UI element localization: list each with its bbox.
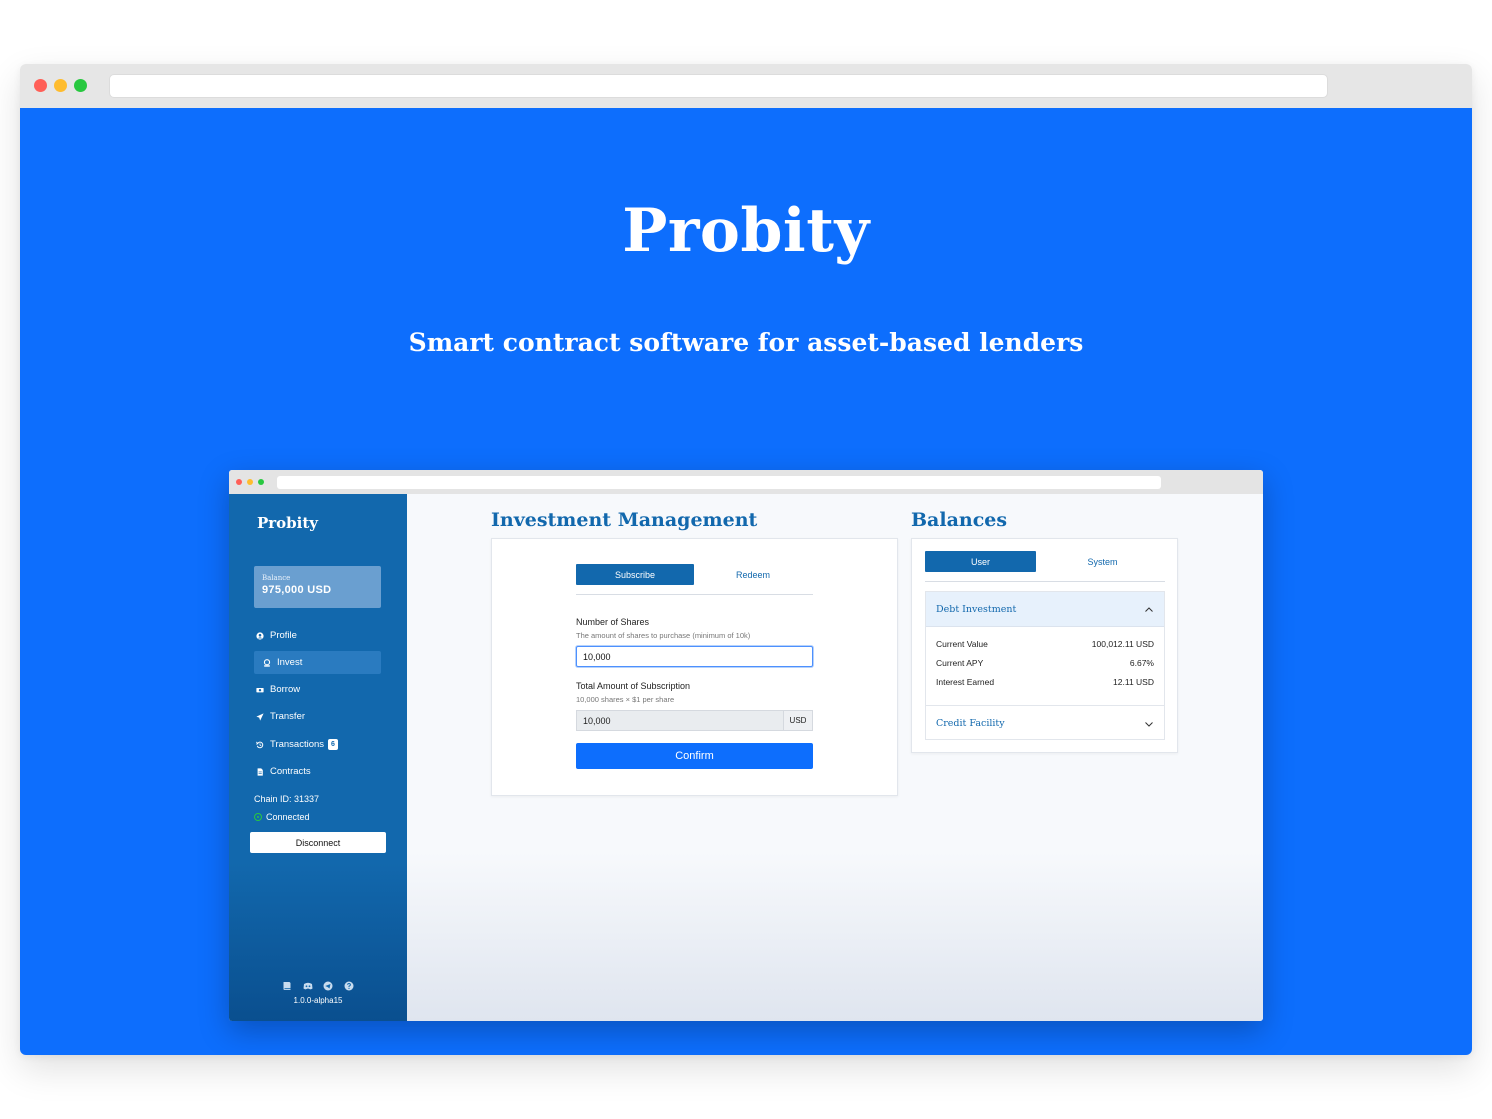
connection-status-label: Connected: [266, 812, 310, 822]
sidebar: Probity Balance 975,000 USD Profile Inve…: [229, 494, 407, 1021]
chevron-up-icon: [1145, 607, 1153, 612]
chevron-down-icon: [1145, 722, 1153, 727]
sidebar-item-contracts[interactable]: Contracts: [254, 760, 381, 783]
close-window-dot[interactable]: [34, 79, 47, 92]
tab-user[interactable]: User: [925, 551, 1036, 572]
invest-icon: [262, 658, 272, 668]
accordion-title: Debt Investment: [936, 603, 1017, 615]
confirm-button[interactable]: Confirm: [576, 743, 813, 769]
accordion-title: Credit Facility: [936, 717, 1005, 729]
accordion-credit-facility[interactable]: Credit Facility: [926, 705, 1164, 740]
balance-row-value: 6.67%: [1129, 658, 1154, 668]
sidebar-item-label: Profile: [270, 630, 297, 641]
app-minimize-dot: [247, 479, 253, 485]
shares-hint: The amount of shares to purchase (minimu…: [576, 631, 751, 640]
balance-row: Interest Earned 12.11 USD: [936, 677, 1154, 689]
app-maximize-dot: [258, 479, 264, 485]
total-amount-field: [576, 710, 783, 731]
balance-value: 975,000 USD: [262, 584, 332, 596]
borrow-icon: [255, 685, 265, 695]
hero-subtitle: Smart contract software for asset-based …: [408, 328, 1084, 357]
maximize-window-dot[interactable]: [74, 79, 87, 92]
sidebar-item-profile[interactable]: Profile: [254, 624, 381, 647]
discord-icon[interactable]: [303, 981, 313, 991]
hero-title: Probity: [622, 196, 870, 266]
app-screenshot-window: Probity Balance 975,000 USD Profile Inve…: [229, 470, 1263, 1021]
balance-row: Current Value 100,012.11 USD: [936, 639, 1154, 651]
balance-row: Current APY 6.67%: [936, 658, 1154, 670]
contracts-icon: [255, 767, 265, 777]
browser-chrome: [20, 64, 1472, 108]
profile-icon: [255, 631, 265, 641]
tab-divider: [576, 594, 813, 595]
balance-row-label: Interest Earned: [936, 677, 995, 687]
disconnect-button[interactable]: Disconnect: [250, 832, 386, 853]
tab-system[interactable]: System: [1047, 551, 1158, 572]
main-content: Investment Management Balances Subscribe…: [407, 494, 1263, 1021]
accordion-debt-investment[interactable]: Debt Investment: [926, 592, 1164, 627]
app-address-bar: [277, 476, 1161, 489]
total-hint: 10,000 shares × $1 per share: [576, 695, 675, 704]
connected-status-icon: [254, 813, 262, 821]
total-amount-group: USD: [576, 710, 813, 731]
app-close-dot: [236, 479, 242, 485]
balance-card: Balance 975,000 USD: [254, 566, 381, 608]
shares-label: Number of Shares: [576, 617, 650, 627]
sidebar-item-invest[interactable]: Invest: [254, 651, 381, 674]
tab-subscribe[interactable]: Subscribe: [576, 564, 694, 585]
investment-panel: Subscribe Redeem Number of Shares The am…: [491, 538, 898, 796]
balances-title: Balances: [911, 509, 1008, 531]
investment-title: Investment Management: [491, 509, 758, 531]
sidebar-footer-icons: [282, 981, 354, 991]
balance-row-label: Current Value: [936, 639, 988, 649]
sidebar-item-label: Contracts: [270, 766, 311, 777]
transactions-count-badge: 6: [328, 739, 338, 750]
minimize-window-dot[interactable]: [54, 79, 67, 92]
balance-label: Balance: [262, 574, 291, 582]
sidebar-item-label: Borrow: [270, 684, 301, 695]
balance-row-value: 100,012.11 USD: [1091, 639, 1154, 649]
browser-window: Probity Smart contract software for asse…: [20, 64, 1472, 1055]
sidebar-item-transactions[interactable]: Transactions 6: [254, 733, 381, 756]
balances-accordion: Debt Investment Current Value 100,012.11…: [925, 591, 1165, 740]
hero-section: Probity Smart contract software for asse…: [20, 108, 1472, 1055]
app-version: 1.0.0-alpha15: [293, 996, 343, 1005]
sidebar-logo[interactable]: Probity: [257, 514, 318, 532]
chain-id: Chain ID: 31337: [254, 794, 320, 804]
app-browser-chrome: [229, 470, 1263, 494]
balance-row-label: Current APY: [936, 658, 984, 668]
transactions-icon: [255, 740, 265, 750]
balances-tab-divider: [925, 581, 1165, 582]
sidebar-item-label: Transactions: [270, 739, 325, 750]
tab-redeem[interactable]: Redeem: [694, 564, 812, 585]
sidebar-item-transfer[interactable]: Transfer: [254, 705, 381, 728]
help-icon[interactable]: [344, 981, 354, 991]
transfer-icon: [255, 712, 265, 722]
total-unit-addon: USD: [783, 710, 813, 731]
sidebar-item-label: Transfer: [270, 711, 306, 722]
total-label: Total Amount of Subscription: [576, 681, 691, 691]
sidebar-item-borrow[interactable]: Borrow: [254, 678, 381, 701]
address-bar[interactable]: [109, 74, 1328, 98]
docs-icon[interactable]: [282, 981, 292, 991]
telegram-icon[interactable]: [323, 981, 333, 991]
shares-input[interactable]: [576, 646, 813, 667]
balances-panel: User System Debt Investment Current Valu…: [911, 538, 1178, 753]
balance-row-value: 12.11 USD: [1113, 677, 1154, 687]
connection-status: Connected: [254, 812, 310, 822]
sidebar-item-label: Invest: [277, 657, 303, 668]
